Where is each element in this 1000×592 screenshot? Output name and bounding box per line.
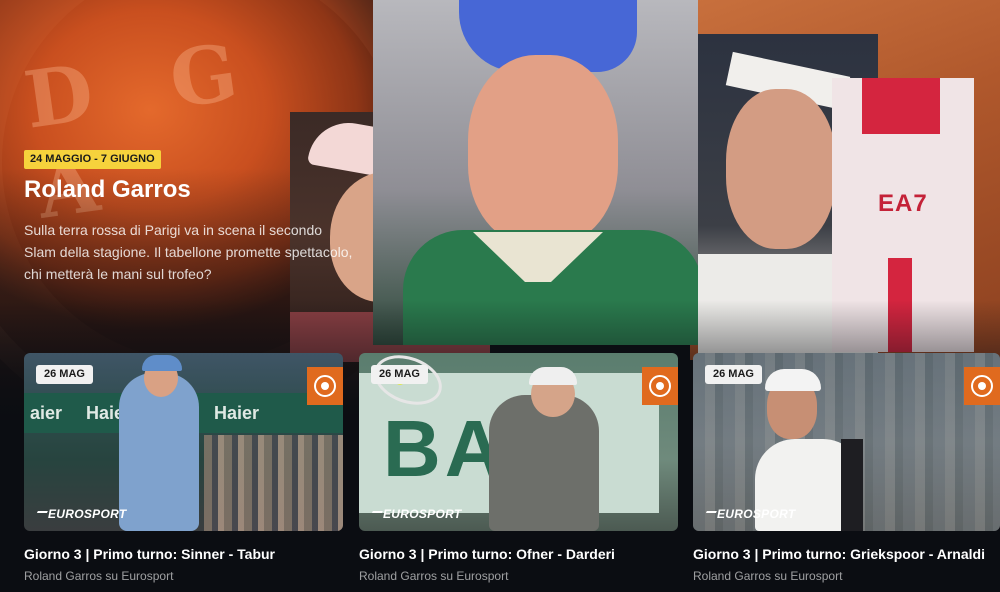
video-subtitle: Roland Garros su Eurosport xyxy=(693,569,843,583)
video-thumbnail[interactable]: aier Haie Haier 26 MAG EUROSPORT xyxy=(24,353,343,531)
video-card-row: aier Haie Haier 26 MAG EUROSPORT Giorno … xyxy=(24,353,1000,592)
video-card-sinner-tabur[interactable]: aier Haie Haier 26 MAG EUROSPORT Giorno … xyxy=(24,353,343,583)
video-subtitle: Roland Garros su Eurosport xyxy=(359,569,509,583)
date-badge: 26 MAG xyxy=(371,365,428,384)
video-thumbnail[interactable]: 26 MAG EUROSPORT xyxy=(693,353,1000,531)
eurosport-logo: EUROSPORT xyxy=(370,507,462,521)
hero-player-photo-2 xyxy=(373,0,698,345)
ea7-logo: EA7 xyxy=(878,190,928,217)
video-title[interactable]: Giorno 3 | Primo turno: Sinner - Tabur xyxy=(24,546,343,562)
hero-description: Sulla terra rossa di Parigi va in scena … xyxy=(24,222,353,282)
roland-garros-logo-icon xyxy=(307,367,343,405)
date-badge: 26 MAG xyxy=(36,365,93,384)
hero-title[interactable]: Roland Garros xyxy=(24,176,191,204)
eurosport-logo: EUROSPORT xyxy=(704,507,796,521)
video-title[interactable]: Giorno 3 | Primo turno: Ofner - Darderi xyxy=(359,546,678,562)
video-card-ofner-darderi[interactable]: BAS 26 MAG EUROSPORT Giorno 3 | Primo tu… xyxy=(359,353,678,583)
video-thumbnail[interactable]: BAS 26 MAG EUROSPORT xyxy=(359,353,678,531)
date-badge: 26 MAG xyxy=(705,365,762,384)
roland-garros-logo-icon xyxy=(642,367,678,405)
board-text: aier xyxy=(30,403,63,423)
hero-date-badge: 24 MAGGIO - 7 GIUGNO xyxy=(24,150,161,169)
video-title[interactable]: Giorno 3 | Primo turno: Griekspoor - Arn… xyxy=(693,546,1000,562)
video-card-griekspoor-arnaldi[interactable]: 26 MAG EUROSPORT Giorno 3 | Primo turno:… xyxy=(693,353,1000,583)
roland-garros-logo-icon xyxy=(964,367,1000,405)
eurosport-logo: EUROSPORT xyxy=(35,507,127,521)
video-subtitle: Roland Garros su Eurosport xyxy=(24,569,174,583)
board-text: Haier xyxy=(214,403,260,423)
